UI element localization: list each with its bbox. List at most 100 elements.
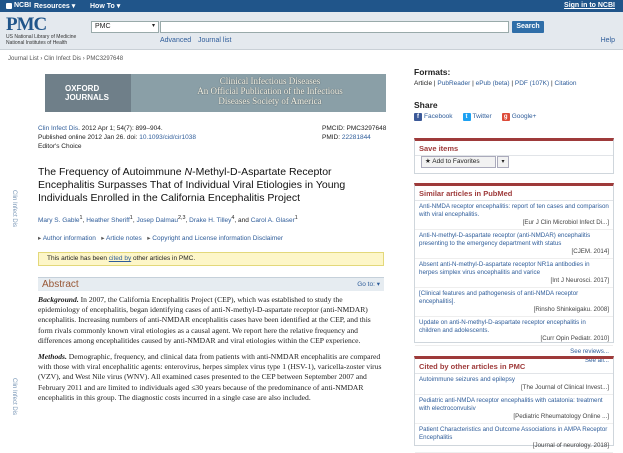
author-affiliation[interactable]: 1 — [80, 215, 83, 221]
cited-by-panel: Cited by other articles in PMC Autoimmun… — [414, 356, 614, 453]
author-affiliation[interactable]: 2,3 — [178, 215, 186, 221]
identifiers: PMCID: PMC3297648 PMID: 22281844 — [322, 124, 392, 142]
list-item[interactable]: Autoimmune seizures and epilepsy [The Jou… — [415, 374, 613, 395]
nlm-subtitle: US National Library of Medicine National… — [6, 34, 77, 46]
format-citation-link[interactable]: Citation — [555, 80, 577, 87]
list-item[interactable]: Anti-N-methyl-D-aspartate receptor (anti… — [415, 230, 613, 259]
abstract-paragraph: Background. In 2007, the California Ence… — [38, 295, 384, 346]
goto-menu[interactable]: Go to: ▾ — [357, 280, 380, 288]
add-to-favorites-button[interactable]: ★ Add to Favorites — [421, 156, 496, 168]
format-epub-link[interactable]: ePub (beta) — [476, 80, 510, 87]
see-reviews-link[interactable]: See reviews... — [570, 348, 609, 355]
share-facebook[interactable]: f Facebook — [414, 113, 453, 121]
journal-list-link[interactable]: Journal list — [198, 37, 231, 44]
list-item[interactable]: Patient Characteristics and Outcome Asso… — [415, 424, 613, 453]
cited-article-link[interactable]: Pediatric anti-NMDA receptor encephaliti… — [419, 397, 603, 412]
database-select[interactable]: PMC ▾ — [91, 21, 159, 33]
list-item[interactable]: [Clinical features and pathogenesis of a… — [415, 288, 613, 317]
sign-in-link[interactable]: Sign in to NCBI — [564, 2, 615, 9]
formats-heading: Formats: — [414, 67, 451, 77]
save-items-heading: Save items — [415, 141, 613, 156]
abstract-paragraph: Methods. Demographic, frequency, and cli… — [38, 352, 384, 403]
cited-by-notice: This article has been cited by other art… — [38, 252, 384, 266]
author-affiliation[interactable]: 4 — [231, 215, 234, 221]
chevron-down-icon: ▾ — [501, 159, 505, 165]
cited-article-link[interactable]: Patient Characteristics and Outcome Asso… — [419, 426, 607, 441]
cited-article-link[interactable]: Autoimmune seizures and epilepsy — [419, 376, 515, 383]
star-icon: ★ — [425, 158, 431, 165]
similar-article-link[interactable]: [Clinical features and pathogenesis of a… — [419, 290, 578, 305]
author-info-link[interactable]: Author information — [43, 235, 96, 242]
similar-article-link[interactable]: Update on anti-N-methyl-D-aspartate rece… — [419, 319, 586, 334]
masthead: PMC US National Library of Medicine Nati… — [0, 12, 623, 50]
ncbi-label: NCBI — [14, 2, 32, 9]
cited-article-source: [The Journal of Clinical Invest...] — [520, 384, 609, 391]
list-item[interactable]: Update on anti-N-methyl-D-aspartate rece… — [415, 317, 613, 346]
side-journal-label[interactable]: Clin Infect Dis — [11, 378, 17, 415]
author-link[interactable]: Carol A. Glaser — [251, 217, 295, 224]
background-text: In 2007, the California Encephalitis Pro… — [38, 295, 371, 345]
goto-label: Go to: — [357, 281, 375, 288]
format-links: Article | PubReader | ePub (beta) | PDF … — [414, 80, 577, 87]
help-link[interactable]: Help — [601, 37, 615, 44]
google-plus-label: Google+ — [511, 113, 537, 120]
share-google[interactable]: g Google+ — [501, 113, 537, 121]
cited-by-link[interactable]: cited by — [109, 255, 131, 262]
abstract-body: Background. In 2007, the California Ence… — [38, 295, 384, 409]
author-list: Mary S. Gable1, Heather Sheriff1, Josep … — [38, 215, 298, 225]
editors-choice-label: Editor's Choice — [38, 143, 82, 150]
similar-articles-panel: Similar articles in PubMed Anti-NMDA rec… — [414, 183, 614, 364]
article-notes-link[interactable]: Article notes — [106, 235, 142, 242]
chevron-down-icon: ▾ — [71, 3, 76, 10]
database-select-value: PMC — [95, 23, 111, 30]
similar-articles-heading: Similar articles in PubMed — [415, 186, 613, 201]
howto-menu[interactable]: How To ▾ — [90, 2, 120, 10]
format-article-link[interactable]: Article — [414, 80, 432, 87]
copyright-link[interactable]: Copyright and License information — [152, 235, 251, 242]
chevron-down-icon: ▾ — [116, 3, 121, 10]
abstract-header: Abstract Go to: ▾ — [38, 277, 384, 291]
pmcid-text: PMCID: PMC3297648 — [322, 125, 387, 132]
author-affiliation[interactable]: 1 — [295, 215, 298, 221]
chevron-down-icon: ▾ — [376, 281, 380, 288]
similar-article-link[interactable]: Absent anti-N-methyl-D-aspartate recepto… — [419, 261, 590, 276]
plus-icon: ▸ — [101, 235, 105, 242]
similar-article-link[interactable]: Anti-NMDA receptor encephalitis: report … — [419, 203, 609, 218]
twitter-icon: t — [462, 113, 471, 121]
list-item[interactable]: Absent anti-N-methyl-D-aspartate recepto… — [415, 259, 613, 288]
pmc-logo[interactable]: PMC US National Library of Medicine Nati… — [6, 15, 76, 46]
list-item[interactable]: Pediatric anti-NMDA receptor encephaliti… — [415, 395, 613, 424]
side-journal-label[interactable]: Clin Infect Dis — [11, 190, 17, 227]
ncbi-topbar: NCBI Resources ▾ How To ▾ Sign in to NCB… — [0, 0, 623, 12]
methods-text: Demographic, frequency, and clinical dat… — [38, 352, 382, 402]
pmid-link[interactable]: 22281844 — [342, 134, 371, 141]
abstract-heading: Abstract — [42, 279, 79, 290]
resources-menu[interactable]: Resources ▾ — [34, 2, 75, 10]
journal-link[interactable]: Clin Infect Dis — [38, 125, 78, 132]
ncbi-logo[interactable]: NCBI — [6, 2, 31, 9]
format-pubreader-link[interactable]: PubReader — [437, 80, 470, 87]
disclaimer-link[interactable]: Disclaimer — [253, 235, 283, 242]
author-link[interactable]: Josep Dalmau — [136, 217, 178, 224]
favorites-dropdown-button[interactable]: ▾ — [497, 156, 509, 168]
add-favorites-label: Add to Favorites — [432, 158, 480, 165]
author-link[interactable]: Mary S. Gable — [38, 217, 80, 224]
format-pdf-link[interactable]: PDF (107K) — [515, 80, 549, 87]
list-item[interactable]: Anti-NMDA receptor encephalitis: report … — [415, 201, 613, 230]
author-link[interactable]: Drake H. Tilley — [189, 217, 231, 224]
advanced-search-link[interactable]: Advanced — [160, 37, 191, 44]
similar-article-link[interactable]: Anti-N-methyl-D-aspartate receptor (anti… — [419, 232, 590, 247]
share-twitter[interactable]: t Twitter — [462, 113, 492, 121]
ncbi-logo-icon — [6, 2, 12, 9]
background-label: Background. — [38, 295, 79, 304]
author-affiliation[interactable]: 1 — [130, 215, 133, 221]
doi-link[interactable]: 10.1093/cid/cir1038 — [139, 134, 196, 141]
search-input[interactable] — [160, 21, 509, 33]
cited-article-source: [Journal of neurology. 2018] — [532, 442, 609, 449]
citation-text: . 2012 Apr 1; 54(7): 899–904. — [78, 125, 163, 132]
journal-banner[interactable]: OXFORD JOURNALS Clinical Infectious Dise… — [45, 74, 386, 112]
author-link[interactable]: Heather Sheriff — [86, 217, 130, 224]
similar-article-source: [Eur J Clin Microbiol Infect Di...] — [522, 219, 609, 226]
search-button[interactable]: Search — [512, 21, 544, 33]
breadcrumb[interactable]: Journal List › Clin Infect Dis › PMC3297… — [8, 56, 123, 62]
